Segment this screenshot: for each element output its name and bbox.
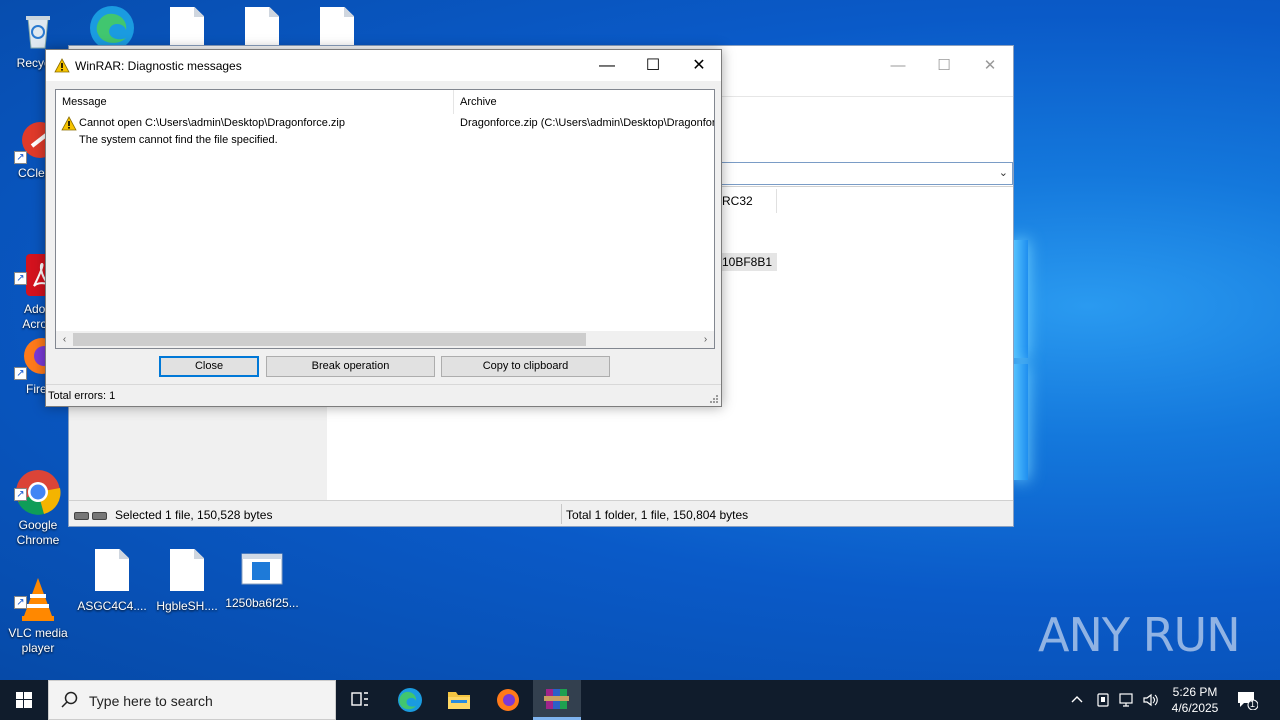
desktop-icon-file-asgc[interactable]: ASGC4C4.... — [74, 546, 150, 614]
dialog-title: WinRAR: Diagnostic messages — [75, 59, 242, 73]
warning-icon — [61, 116, 77, 134]
chrome-icon: ↗ — [14, 453, 62, 515]
desktop-icon-label: 1250ba6f25... — [225, 596, 299, 610]
message-row[interactable]: Cannot open C:\Users\admin\Desktop\Drago… — [56, 114, 715, 150]
diagnostic-dialog: WinRAR: Diagnostic messages — ☐ ✕ Messag… — [45, 49, 722, 407]
winrar-icon — [544, 689, 569, 709]
taskbar-firefox[interactable] — [484, 680, 532, 720]
scrollbar-thumb[interactable] — [73, 333, 586, 346]
column-divider — [776, 189, 777, 213]
winrar-statusbar: Selected 1 file, 150,528 bytes Total 1 f… — [69, 500, 1013, 526]
desktop-icon-file-top2[interactable] — [224, 4, 300, 49]
file-icon — [245, 7, 279, 49]
notification-count-badge: 1 — [1250, 699, 1256, 709]
status-selected-text: Selected 1 file, 150,528 bytes — [115, 508, 273, 522]
address-bar[interactable]: ⌄ — [721, 162, 1013, 185]
break-operation-button[interactable]: Break operation — [266, 356, 435, 377]
dialog-statusbar: Total errors: 1 — [46, 384, 721, 406]
shortcut-arrow-icon: ↗ — [14, 367, 27, 380]
vlc-icon: ↗ — [14, 561, 62, 621]
scroll-left-icon[interactable]: ‹ — [56, 331, 73, 348]
shortcut-arrow-icon: ↗ — [14, 151, 27, 164]
status-total-text: Total 1 folder, 1 file, 150,804 bytes — [566, 508, 749, 522]
windows-start-icon — [16, 692, 32, 708]
taskbar-clock[interactable]: 5:26 PM 4/6/2025 — [1160, 684, 1230, 716]
dialog-titlebar[interactable]: WinRAR: Diagnostic messages — ☐ ✕ — [46, 50, 721, 81]
start-button[interactable] — [0, 680, 48, 720]
column-header-message[interactable]: Message — [56, 90, 454, 114]
drive-icon — [74, 509, 110, 520]
warning-icon — [54, 58, 70, 76]
tray-chevron-up-icon[interactable] — [1070, 692, 1088, 720]
windows-logo-glow — [1012, 240, 1030, 480]
desktop-icon-file-1250ba[interactable]: 1250ba6f25... — [224, 546, 300, 611]
recycle-bin-icon — [14, 6, 62, 54]
desktop-icon-file-hgble[interactable]: HgbleSH.... — [149, 546, 225, 614]
clock-time: 5:26 PM — [1172, 685, 1218, 699]
file-icon — [320, 7, 354, 49]
tray-network-icon[interactable] — [1118, 692, 1136, 720]
search-icon — [61, 691, 79, 712]
file-icon — [170, 7, 204, 49]
task-view-icon — [351, 692, 368, 706]
dialog-maximize-button[interactable]: ☐ — [630, 50, 676, 81]
chevron-down-icon[interactable]: ⌄ — [999, 166, 1008, 179]
folder-icon — [448, 692, 470, 709]
horizontal-scrollbar[interactable]: ‹ › — [56, 331, 714, 348]
desktop-icon-file-top1[interactable] — [149, 4, 225, 49]
message-text-line1: Cannot open C:\Users\admin\Desktop\Drago… — [79, 117, 345, 129]
message-archive-path: Dragonforce.zip (C:\Users\admin\Desktop\… — [460, 117, 715, 129]
clock-date: 4/6/2025 — [1171, 701, 1219, 715]
maximize-button[interactable]: ☐ — [921, 52, 967, 80]
taskbar-file-explorer[interactable] — [435, 680, 483, 720]
taskbar-edge[interactable] — [386, 680, 434, 720]
file-icon — [170, 549, 204, 591]
column-header-crc32[interactable]: RC32 — [722, 194, 753, 208]
close-button[interactable]: ✕ — [967, 52, 1013, 80]
scroll-right-icon[interactable]: › — [697, 331, 714, 348]
dialog-minimize-button[interactable]: — — [584, 50, 630, 81]
search-placeholder: Type here to search — [89, 693, 213, 709]
action-center-button[interactable]: 1 — [1236, 690, 1266, 720]
anyrun-watermark: ANY RUN — [1038, 608, 1241, 662]
copy-to-clipboard-button[interactable]: Copy to clipboard — [441, 356, 610, 377]
application-icon — [238, 546, 286, 594]
shortcut-arrow-icon: ↗ — [14, 272, 27, 285]
firefox-icon — [497, 689, 519, 711]
desktop-icon-chrome[interactable]: ↗ Google Chrome — [0, 438, 76, 563]
desktop-icon-vlc[interactable]: ↗ VLC media player — [0, 546, 76, 671]
shortcut-arrow-icon: ↗ — [14, 488, 27, 501]
tray-volume-icon[interactable] — [1142, 692, 1160, 720]
taskbar-winrar[interactable] — [533, 680, 581, 720]
task-view-button[interactable] — [336, 680, 384, 720]
desktop-icon-label: HgbleSH.... — [156, 599, 218, 613]
crc-value-cell[interactable]: 10BF8B1 — [719, 253, 777, 271]
status-divider — [561, 504, 562, 524]
message-text-line2: The system cannot find the file specifie… — [79, 134, 278, 146]
desktop-icon-label: Google Chrome — [16, 518, 60, 547]
file-icon — [95, 549, 129, 591]
dialog-close-button[interactable]: ✕ — [676, 50, 722, 81]
tray-device-icon[interactable] — [1095, 692, 1113, 720]
resize-grip-icon[interactable] — [709, 394, 719, 404]
anyrun-watermark-text: ANY RUN — [1038, 608, 1241, 662]
taskbar-search-box[interactable]: Type here to search — [48, 680, 336, 720]
desktop-icon-label: VLC media player — [8, 626, 68, 655]
taskbar: Type here to search 5:26 PM 4/6/2025 1 — [0, 680, 1280, 720]
shortcut-arrow-icon: ↗ — [14, 596, 27, 609]
message-list[interactable]: Message Archive Cannot open C:\Users\adm… — [55, 89, 715, 349]
close-button[interactable]: Close — [159, 356, 259, 377]
total-errors-text: Total errors: 1 — [48, 390, 116, 402]
edge-icon — [398, 688, 422, 712]
desktop-icon-file-top3[interactable] — [299, 4, 375, 49]
minimize-button[interactable]: — — [875, 52, 921, 80]
column-header-archive[interactable]: Archive — [454, 90, 714, 114]
desktop-icon-label: ASGC4C4.... — [77, 599, 147, 613]
